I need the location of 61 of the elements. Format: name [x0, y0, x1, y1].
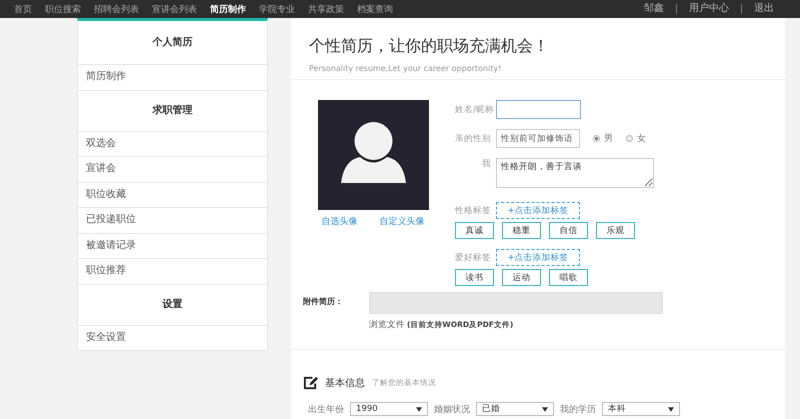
attachment-label: 附件简历： — [303, 296, 344, 308]
nav-link[interactable]: 档案查询 — [351, 2, 400, 16]
radio-label: 男 — [604, 132, 613, 145]
gender-prefix-input-field[interactable]: 性别前可加修饰语 — [496, 129, 580, 148]
field-label: 姓名/昵称 — [455, 104, 491, 116]
nav-link[interactable]: 简历制作 — [204, 2, 253, 16]
field-label: 出生年份 — [308, 404, 344, 416]
nav-link[interactable]: 职位搜索 — [39, 2, 88, 16]
file-input-field[interactable] — [369, 292, 663, 314]
tag-chip[interactable]: 乐观 — [596, 222, 635, 239]
page-title: 个性简历，让你的职场充满机会！ — [309, 36, 550, 57]
browse-file-link[interactable]: 浏览文件 — [369, 319, 405, 331]
name-input-field[interactable] — [496, 100, 581, 119]
tag-chip[interactable]: 稳重 — [502, 222, 541, 239]
avatar-link[interactable]: 自选头像 — [322, 215, 358, 228]
sidebar-heading: 求职管理 — [78, 90, 267, 132]
nav-link[interactable]: 首页 — [8, 2, 39, 16]
sidebar-item[interactable]: 安全设置 — [78, 326, 267, 351]
tag-chip[interactable]: 读书 — [455, 269, 494, 286]
radio-button[interactable] — [593, 135, 600, 142]
radio-button[interactable] — [626, 135, 633, 142]
nav-link[interactable]: 学院专业 — [253, 2, 302, 16]
caret-icon — [668, 406, 674, 412]
field-label: 我的学历 — [560, 404, 596, 416]
caret-icon — [416, 406, 422, 412]
nav-link[interactable]: 招聘会列表 — [88, 2, 146, 16]
dropdown-select[interactable]: 1990 — [350, 402, 428, 416]
caret-icon — [542, 406, 548, 412]
sidebar-item[interactable]: 双选会 — [78, 132, 267, 157]
sidebar-item[interactable]: 职位推荐 — [78, 259, 267, 284]
sidebar-item[interactable]: 简历制作 — [78, 65, 267, 90]
field-label: 亲的性别 — [455, 132, 491, 144]
sidebar-item[interactable]: 宣讲会 — [78, 157, 267, 182]
nav-link[interactable]: 共享政策 — [302, 2, 351, 16]
field-label: 性格标签 — [455, 204, 491, 216]
user-link[interactable]: 邹鑫 — [632, 4, 676, 14]
field-label: 我 — [481, 158, 491, 170]
section-title: 基本信息 — [325, 376, 365, 390]
tag-chip[interactable]: 自信 — [549, 222, 588, 239]
sidebar-item[interactable]: 已投递职位 — [78, 208, 267, 234]
sidebar-item[interactable]: 被邀请记录 — [78, 234, 267, 259]
edit-icon — [303, 375, 318, 390]
about-me-text-area[interactable]: 性格开朗，善于言谈 — [496, 158, 654, 188]
dropdown-select[interactable]: 已婚 — [476, 402, 554, 416]
radio-label: 女 — [637, 132, 646, 145]
dropdown-select[interactable]: 本科 — [602, 402, 680, 416]
page-subtitle: Personality resume,Let your career opportonity! — [309, 64, 502, 73]
sidebar-item[interactable]: 职位收藏 — [78, 182, 267, 208]
field-label: 婚姻状况 — [434, 404, 470, 416]
field-label: 爱好标签 — [455, 252, 491, 264]
sidebar-heading: 设置 — [78, 284, 267, 326]
user-link[interactable]: 退出 — [741, 4, 786, 14]
add-tag-button[interactable]: +点击添加标签 — [496, 249, 580, 266]
add-tag-button[interactable]: +点击添加标签 — [496, 202, 580, 219]
tag-chip[interactable]: 唱歌 — [549, 269, 588, 286]
nav-link[interactable]: 宣讲会列表 — [146, 2, 204, 16]
tag-chip[interactable]: 真诚 — [455, 222, 494, 239]
user-link[interactable]: 用户中心 — [676, 4, 741, 14]
tag-chip[interactable]: 运动 — [502, 269, 541, 286]
sidebar-heading: 个人简历 — [78, 21, 267, 65]
avatar-link[interactable]: 自定义头像 — [380, 215, 424, 228]
